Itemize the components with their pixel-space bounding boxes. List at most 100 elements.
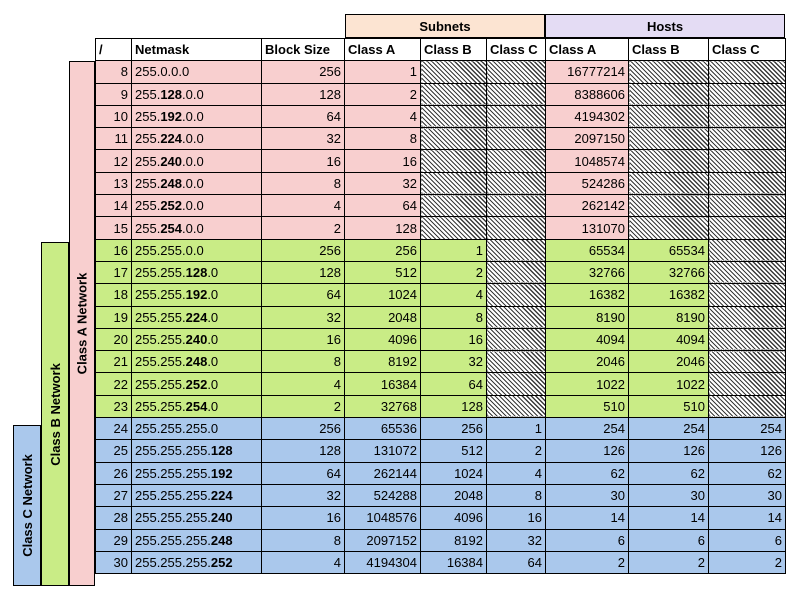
not-applicable-hatched-cell bbox=[486, 127, 546, 151]
table-row: 18 255.255.192.0 64 1024 4 16382 16382 bbox=[95, 283, 786, 307]
table-row: 25 255.255.255.128 128 131072 512 2 126 126 126 bbox=[95, 439, 786, 463]
netmask-suffix-part: .0.0 bbox=[182, 131, 204, 147]
subnets-class-c-cell: 2 bbox=[486, 439, 546, 463]
prefix-cell: 22 bbox=[95, 372, 132, 396]
block-size-cell: 8 bbox=[261, 528, 345, 552]
block-size-cell: 16 bbox=[261, 327, 345, 352]
netmask-suffix-part: .0 bbox=[207, 376, 219, 392]
hosts-class-a-cell: 510 bbox=[545, 394, 629, 419]
prefix-cell: 25 bbox=[95, 439, 132, 463]
prefix-cell: 14 bbox=[95, 194, 132, 218]
table-row: 16 255.255.0.0 256 256 1 65534 65534 bbox=[95, 238, 786, 262]
table-row: 8 255.0.0.0 256 1 16777214 bbox=[95, 60, 786, 84]
netmask-prefix-part: 255. bbox=[135, 109, 161, 125]
table-row: 26 255.255.255.192 64 262144 1024 4 62 62 62 bbox=[95, 461, 786, 485]
not-applicable-hatched-cell bbox=[486, 394, 546, 419]
table-row: 10 255.192.0.0 64 4 4194302 bbox=[95, 104, 786, 129]
hosts-class-a-cell: 8388606 bbox=[545, 82, 629, 106]
block-size-cell: 4 bbox=[261, 550, 345, 575]
table-row: 14 255.252.0.0 4 64 262142 bbox=[95, 194, 786, 218]
prefix-cell: 10 bbox=[95, 104, 132, 129]
not-applicable-hatched-cell bbox=[486, 283, 546, 307]
netmask-prefix-part: 255.255.255. bbox=[135, 443, 211, 459]
col-header-subnets-class-a: Class A bbox=[344, 37, 421, 62]
prefix-cell: 11 bbox=[95, 127, 132, 151]
prefix-cell: 24 bbox=[95, 417, 132, 441]
not-applicable-hatched-cell bbox=[420, 149, 487, 173]
not-applicable-hatched-cell bbox=[486, 372, 546, 396]
prefix-cell: 19 bbox=[95, 305, 132, 329]
not-applicable-hatched-cell bbox=[486, 194, 546, 218]
not-applicable-hatched-cell bbox=[628, 104, 709, 129]
hosts-class-c-cell: 126 bbox=[708, 439, 786, 463]
hosts-class-a-cell: 4194302 bbox=[545, 104, 629, 129]
table-row: 23 255.255.254.0 2 32768 128 510 510 bbox=[95, 394, 786, 419]
hosts-class-a-cell: 524286 bbox=[545, 171, 629, 196]
netmask-bold-octet: 252 bbox=[160, 198, 183, 214]
not-applicable-hatched-cell bbox=[420, 104, 487, 129]
netmask-cell: 255.254.0.0 bbox=[131, 216, 262, 240]
table-row: 22 255.255.252.0 4 16384 64 1022 1022 bbox=[95, 372, 786, 396]
netmask-prefix-part: 255.255. bbox=[135, 354, 186, 370]
subnets-class-a-cell: 512 bbox=[344, 260, 421, 285]
table-row: 15 255.254.0.0 2 128 131070 bbox=[95, 216, 786, 240]
subnet-table-container: / Netmask Block Size Class A Class B Cla… bbox=[95, 37, 786, 575]
prefix-cell: 15 bbox=[95, 216, 132, 240]
netmask-cell: 255.255.128.0 bbox=[131, 260, 262, 285]
block-size-cell: 2 bbox=[261, 394, 345, 419]
netmask-cell: 255.255.255.128 bbox=[131, 439, 262, 463]
block-size-cell: 8 bbox=[261, 171, 345, 196]
hosts-class-c-cell: 6 bbox=[708, 528, 786, 552]
subnets-class-a-cell: 16384 bbox=[344, 372, 421, 396]
hosts-class-a-cell: 65534 bbox=[545, 238, 629, 262]
netmask-bold-octet: 254 bbox=[185, 398, 208, 414]
block-size-cell: 16 bbox=[261, 149, 345, 173]
table-row: 17 255.255.128.0 128 512 2 32766 32766 bbox=[95, 260, 786, 285]
hosts-class-a-cell: 1048574 bbox=[545, 149, 629, 173]
netmask-cell: 255.255.224.0 bbox=[131, 305, 262, 329]
netmask-prefix-part: 255. bbox=[135, 86, 161, 102]
netmask-suffix-part: 0.0.0 bbox=[160, 64, 190, 80]
netmask-prefix-part: 255.255. bbox=[135, 287, 186, 303]
netmask-prefix-part: 255.255. bbox=[135, 309, 186, 325]
subnets-class-a-cell: 8192 bbox=[344, 350, 421, 374]
table-row: 20 255.255.240.0 16 4096 16 4094 4094 bbox=[95, 327, 786, 352]
hosts-class-a-cell: 30 bbox=[545, 483, 629, 508]
subnets-class-b-cell: 64 bbox=[420, 372, 487, 396]
prefix-cell: 17 bbox=[95, 260, 132, 285]
netmask-bold-octet: 192 bbox=[210, 465, 233, 481]
netmask-prefix-part: 255.255.255. bbox=[135, 465, 211, 481]
subnets-class-a-cell: 2097152 bbox=[344, 528, 421, 552]
not-applicable-hatched-cell bbox=[708, 149, 786, 173]
hosts-class-a-cell: 262142 bbox=[545, 194, 629, 218]
block-size-cell: 16 bbox=[261, 506, 345, 530]
netmask-prefix-part: 255.255.255. bbox=[135, 532, 211, 548]
not-applicable-hatched-cell bbox=[486, 305, 546, 329]
subnets-class-c-cell: 1 bbox=[486, 417, 546, 441]
netmask-cell: 255.255.255.248 bbox=[131, 528, 262, 552]
class-b-network-text: Class B Network bbox=[47, 362, 63, 466]
block-size-cell: 32 bbox=[261, 305, 345, 329]
subnets-class-a-cell: 1024 bbox=[344, 283, 421, 307]
col-header-hosts-class-a: Class A bbox=[545, 37, 629, 62]
netmask-prefix-part: 255. bbox=[135, 64, 161, 80]
not-applicable-hatched-cell bbox=[420, 216, 487, 240]
col-header-block-size: Block Size bbox=[261, 37, 345, 62]
subnets-class-a-cell: 32768 bbox=[344, 394, 421, 419]
table-row: 9 255.128.0.0 128 2 8388606 bbox=[95, 82, 786, 106]
subnets-class-b-cell: 4 bbox=[420, 283, 487, 307]
not-applicable-hatched-cell bbox=[708, 238, 786, 262]
netmask-bold-octet: 128 bbox=[160, 86, 183, 102]
subnets-class-a-cell: 4194304 bbox=[344, 550, 421, 575]
hosts-class-a-cell: 2046 bbox=[545, 350, 629, 374]
hosts-class-b-cell: 4094 bbox=[628, 327, 709, 352]
not-applicable-hatched-cell bbox=[708, 350, 786, 374]
netmask-cell: 255.255.255.0 bbox=[131, 417, 262, 441]
netmask-cell: 255.255.252.0 bbox=[131, 372, 262, 396]
netmask-prefix-part: 255. bbox=[135, 220, 161, 236]
hosts-class-a-cell: 131070 bbox=[545, 216, 629, 240]
netmask-prefix-part: 255.255. bbox=[135, 265, 186, 281]
netmask-suffix-part: 0 bbox=[210, 421, 219, 437]
subnets-class-a-cell: 262144 bbox=[344, 461, 421, 485]
netmask-cell: 255.255.0.0 bbox=[131, 238, 262, 262]
